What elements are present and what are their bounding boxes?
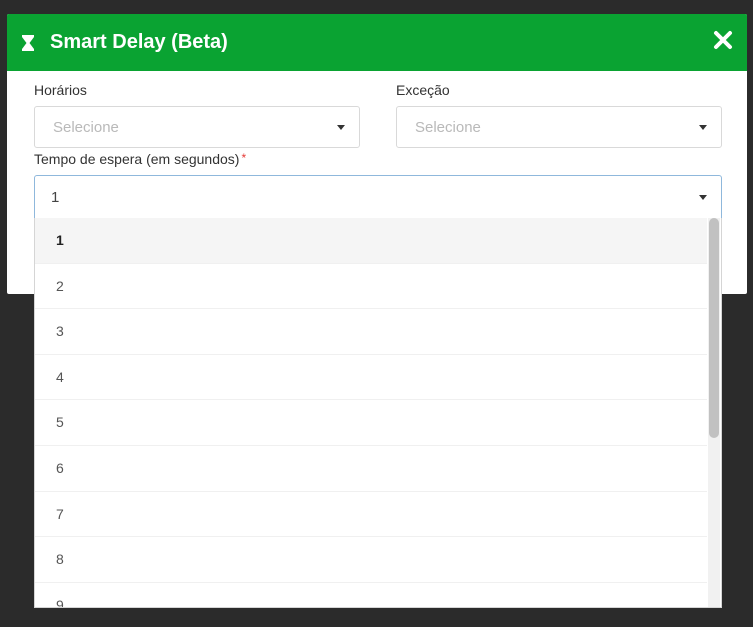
tempo-espera-value: 1 xyxy=(51,188,60,206)
hourglass-icon xyxy=(22,34,34,51)
chevron-down-icon xyxy=(699,125,707,130)
horarios-placeholder: Selecione xyxy=(53,118,119,136)
tempo-espera-dropdown: 123456789 xyxy=(34,218,722,608)
dropdown-scrollbar[interactable] xyxy=(708,218,720,607)
chevron-down-icon xyxy=(337,125,345,130)
tempo-espera-label: Tempo de espera (em segundos) * xyxy=(34,151,246,167)
dropdown-option[interactable]: 1 xyxy=(35,218,707,264)
chevron-down-icon xyxy=(699,195,707,200)
excecao-placeholder: Selecione xyxy=(415,118,481,136)
dropdown-option[interactable]: 5 xyxy=(35,400,707,446)
required-mark: * xyxy=(241,151,247,165)
scrollbar-thumb[interactable] xyxy=(709,218,719,438)
dropdown-option[interactable]: 7 xyxy=(35,492,707,538)
dropdown-options: 123456789 xyxy=(35,218,707,607)
tempo-espera-select[interactable]: 1 xyxy=(34,175,722,219)
dropdown-option[interactable]: 4 xyxy=(35,355,707,401)
tempo-espera-label-text: Tempo de espera (em segundos) xyxy=(34,151,240,167)
dropdown-option[interactable]: 8 xyxy=(35,537,707,583)
modal-header: Smart Delay (Beta) xyxy=(7,14,747,71)
dropdown-option[interactable]: 9 xyxy=(35,583,707,607)
dropdown-option[interactable]: 6 xyxy=(35,446,707,492)
horarios-select[interactable]: Selecione xyxy=(34,106,360,148)
horarios-label: Horários xyxy=(34,82,87,98)
dropdown-option[interactable]: 2 xyxy=(35,264,707,310)
dropdown-option[interactable]: 3 xyxy=(35,309,707,355)
excecao-select[interactable]: Selecione xyxy=(396,106,722,148)
excecao-label: Exceção xyxy=(396,82,450,98)
modal-title: Smart Delay (Beta) xyxy=(50,31,228,53)
close-icon[interactable] xyxy=(711,28,735,52)
